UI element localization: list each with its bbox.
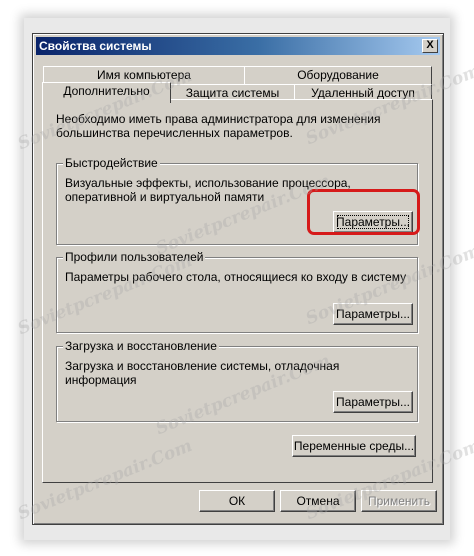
admin-notice: Необходимо иметь права администратора дл… <box>56 112 381 140</box>
button-label: Отмена <box>296 494 340 508</box>
highlight-frame <box>307 189 420 235</box>
system-properties-dialog: Свойства системы X Имя компьютера Оборуд… <box>32 33 444 525</box>
advanced-tab-panel: Необходимо иметь права администратора дл… <box>42 99 433 483</box>
cancel-button[interactable]: Отмена <box>280 490 356 512</box>
startup-settings-button[interactable]: Параметры... <box>333 391 413 413</box>
button-label: Параметры... <box>336 307 410 321</box>
close-icon: X <box>426 39 434 51</box>
performance-title: Быстродействие <box>63 156 160 170</box>
apply-button: Применить <box>361 490 437 512</box>
ok-button[interactable]: ОК <box>199 490 275 512</box>
button-label: Переменные среды... <box>293 439 415 453</box>
button-label: Применить <box>367 494 430 508</box>
tab-label: Дополнительно <box>63 84 150 98</box>
title-bar[interactable]: Свойства системы X <box>36 37 440 55</box>
environment-variables-button[interactable]: Переменные среды... <box>292 435 416 457</box>
startup-description: Загрузка и восстановление системы, отлад… <box>65 359 340 387</box>
startup-recovery-group: Загрузка и восстановление Загрузка и вос… <box>56 339 418 422</box>
tab-advanced[interactable]: Дополнительно <box>42 82 171 103</box>
startup-title: Загрузка и восстановление <box>63 339 219 353</box>
user-profiles-group: Профили пользователей Параметры рабочего… <box>56 250 418 333</box>
window-title: Свойства системы <box>39 39 152 53</box>
tab-label: Оборудование <box>297 68 379 82</box>
tab-label: Имя компьютера <box>97 68 191 82</box>
button-label: Параметры... <box>336 395 410 409</box>
profiles-settings-button[interactable]: Параметры... <box>333 303 413 325</box>
close-button[interactable]: X <box>422 39 438 53</box>
tab-label: Удаленный доступ <box>311 86 415 100</box>
button-label: ОК <box>228 494 246 508</box>
tab-label: Защита системы <box>185 86 280 100</box>
profiles-title: Профили пользователей <box>63 250 206 264</box>
profiles-description: Параметры рабочего стола, относящиеся ко… <box>65 270 407 284</box>
tab-hardware[interactable]: Оборудование <box>244 66 432 84</box>
